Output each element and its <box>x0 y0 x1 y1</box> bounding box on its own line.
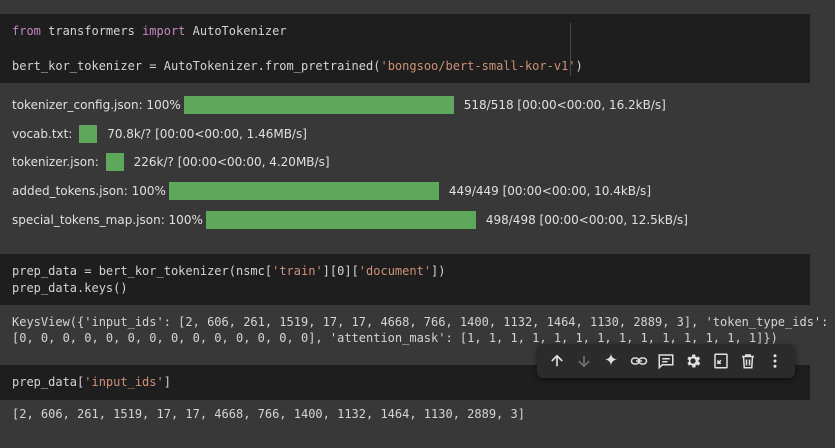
code-text: prep_data = bert_kor_tokenizer(nsmc[ <box>12 264 273 278</box>
progress-stats: 498/498 [00:00<00:00, 12.5kB/s] <box>485 213 688 227</box>
progress-bar <box>79 125 98 143</box>
progress-stats: 70.8k/? [00:00<00:00, 1.46MB/s] <box>107 127 307 141</box>
trash-icon[interactable] <box>737 350 759 372</box>
keyword: import <box>142 24 186 38</box>
module-name: transformers <box>40 24 143 38</box>
code-text: ] <box>163 375 171 389</box>
code-text: ][0][ <box>322 264 359 278</box>
code-cell-1[interactable]: from transformers import AutoTokenizer b… <box>0 14 810 83</box>
progress-row: vocab.txt: 70.8k/? [00:00<00:00, 1.46MB/… <box>12 124 307 144</box>
split-icon[interactable] <box>710 350 732 372</box>
code-text: bert_kor_tokenizer = AutoTokenizer.from_… <box>12 59 381 73</box>
progress-label: tokenizer_config.json: 100% <box>12 98 181 112</box>
keyword: from <box>12 24 41 38</box>
progress-row: tokenizer.json: 226k/? [00:00<00:00, 4.2… <box>12 152 330 172</box>
progress-label: vocab.txt: <box>12 127 77 141</box>
progress-row: added_tokens.json: 100% 449/449 [00:00<0… <box>12 181 651 201</box>
progress-bar <box>168 182 439 200</box>
progress-row: tokenizer_config.json: 100% 518/518 [00:… <box>12 95 666 115</box>
string-literal: 'bongsoo/bert-small-kor-v1' <box>380 59 576 73</box>
link-icon[interactable] <box>628 350 650 372</box>
string-literal: 'input_ids' <box>84 375 164 389</box>
code-text: ]) <box>431 264 446 278</box>
string-literal: 'document' <box>358 264 432 278</box>
arrow-up-icon[interactable] <box>546 350 568 372</box>
output-line: KeysView({'input_ids': [2, 606, 261, 151… <box>12 315 829 329</box>
sparkle-icon[interactable] <box>600 350 622 372</box>
progress-bar <box>105 153 124 171</box>
code-text: prep_data[ <box>12 375 85 389</box>
gear-icon[interactable] <box>682 350 704 372</box>
cell-toolbar <box>537 344 795 378</box>
code-text: ) <box>575 59 583 73</box>
string-literal: 'train' <box>272 264 323 278</box>
progress-row: special_tokens_map.json: 100% 498/498 [0… <box>12 210 688 230</box>
progress-label: special_tokens_map.json: 100% <box>12 213 203 227</box>
code-line[interactable]: bert_kor_tokenizer = AutoTokenizer.from_… <box>12 59 583 73</box>
progress-label: tokenizer.json: <box>12 155 103 169</box>
code-line[interactable]: from transformers import AutoTokenizer <box>12 24 287 38</box>
more-vertical-icon[interactable] <box>764 350 786 372</box>
code-line[interactable]: prep_data = bert_kor_tokenizer(nsmc['tra… <box>12 264 446 278</box>
progress-bar <box>205 211 476 229</box>
progress-stats: 518/518 [00:00<00:00, 16.2kB/s] <box>463 98 666 112</box>
progress-stats: 226k/? [00:00<00:00, 4.20MB/s] <box>133 155 330 169</box>
code-line[interactable]: prep_data.keys() <box>12 281 128 295</box>
output-line: [0, 0, 0, 0, 0, 0, 0, 0, 0, 0, 0, 0, 0, … <box>12 331 778 345</box>
output-line: [2, 606, 261, 1519, 17, 17, 4668, 766, 1… <box>12 407 525 421</box>
import-name: AutoTokenizer <box>185 24 287 38</box>
ruler-line <box>570 23 571 76</box>
progress-bar <box>183 96 454 114</box>
progress-label: added_tokens.json: 100% <box>12 184 166 198</box>
progress-stats: 449/449 [00:00<00:00, 10.4kB/s] <box>448 184 651 198</box>
code-line[interactable]: prep_data['input_ids'] <box>12 375 171 389</box>
code-cell-2[interactable]: prep_data = bert_kor_tokenizer(nsmc['tra… <box>0 254 810 305</box>
comment-icon[interactable] <box>655 350 677 372</box>
arrow-down-icon[interactable] <box>573 350 595 372</box>
